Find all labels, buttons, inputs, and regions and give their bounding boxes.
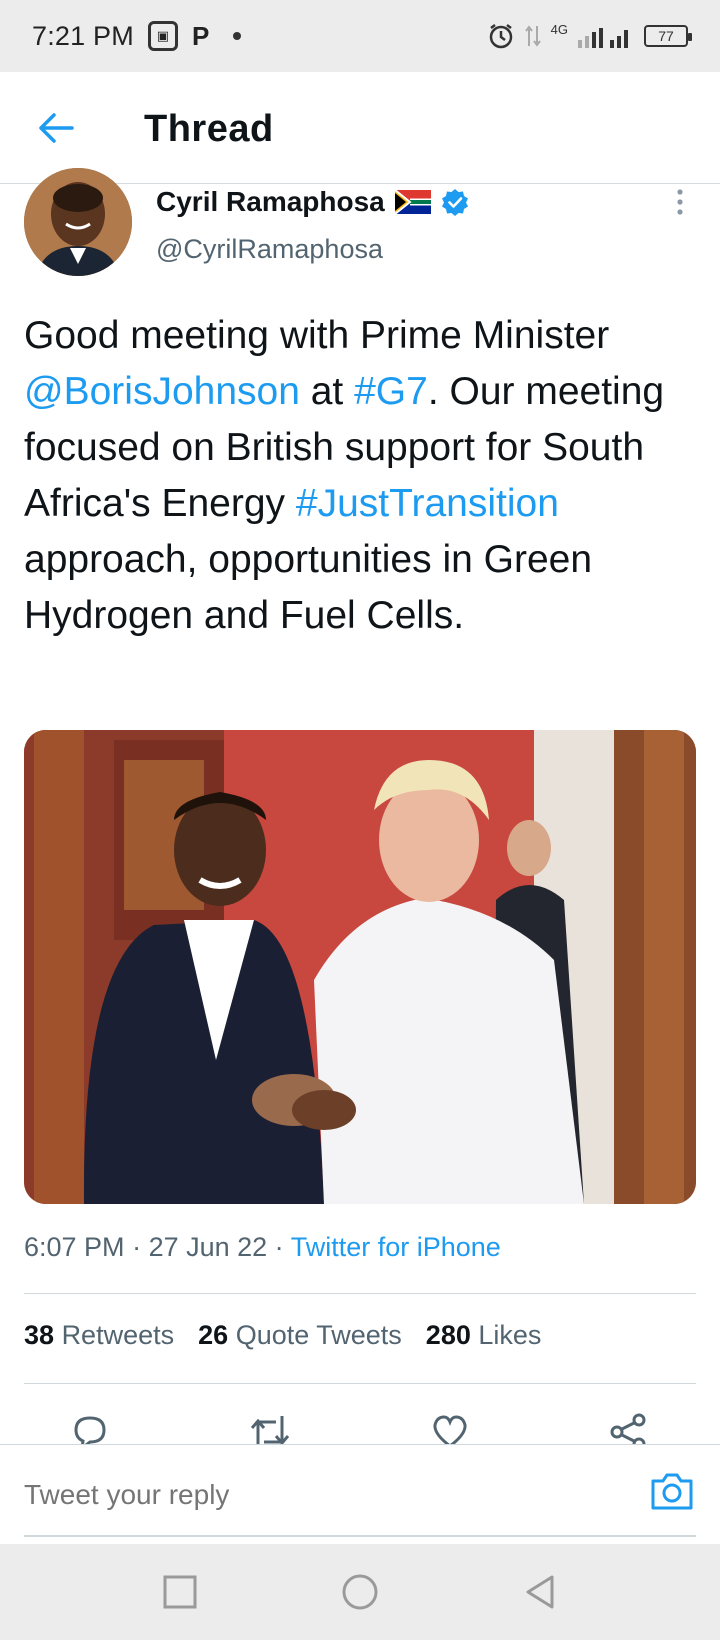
reply-bar: [0, 1444, 720, 1544]
reply-input[interactable]: [24, 1479, 385, 1511]
reply-underline: [24, 1535, 696, 1537]
avatar[interactable]: [24, 168, 132, 276]
tweet-text-segment: approach, opportunities in Green Hydroge…: [24, 538, 593, 637]
quote-tweets-label: Quote Tweets: [235, 1320, 402, 1350]
tweet-date: 27 Jun 22: [148, 1232, 268, 1262]
tweet-text: Good meeting with Prime Minister @BorisJ…: [24, 308, 694, 644]
avatar-image: [24, 168, 132, 276]
signal-strength-icon: [578, 28, 628, 48]
reply-icon[interactable]: [70, 1412, 110, 1444]
app-notification-icon: ▣: [147, 21, 178, 51]
separator: ·: [267, 1232, 291, 1262]
tweet-source-link[interactable]: Twitter for iPhone: [291, 1232, 501, 1262]
retweets-count: 38: [24, 1320, 55, 1350]
like-icon[interactable]: [430, 1412, 470, 1444]
mention-link[interactable]: @BorisJohnson: [24, 370, 300, 413]
network-type: 4G: [550, 21, 568, 37]
author-handle[interactable]: @CyrilRamaphosa: [156, 234, 383, 265]
status-time: 7:21 PM: [32, 20, 134, 51]
likes-count: 280: [425, 1320, 471, 1350]
tweet-text-segment: at: [299, 370, 355, 413]
tweet-text-segment: Good meeting with Prime Minister: [24, 314, 610, 357]
back-arrow-icon[interactable]: [36, 110, 76, 146]
hashtag-link[interactable]: #G7: [354, 370, 428, 413]
more-options-icon[interactable]: [676, 188, 684, 216]
divider: [24, 1293, 696, 1294]
status-bar: 7:21 PM ▣ P 4G 77: [0, 0, 720, 72]
more-notifications-icon: [233, 32, 242, 40]
likes-label: Likes: [478, 1320, 542, 1350]
home-icon[interactable]: [340, 1572, 380, 1612]
tweet-time: 6:07 PM: [24, 1232, 125, 1262]
retweet-icon[interactable]: [248, 1412, 292, 1444]
quote-tweets-stat[interactable]: 26 Quote Tweets: [198, 1320, 402, 1351]
tweet-actions: [0, 1400, 720, 1444]
author-name-row[interactable]: Cyril Ramaphosa: [156, 186, 469, 218]
tweet-timestamp: 6:07 PM · 27 Jun 22 · Twitter for iPhone: [24, 1232, 501, 1263]
separator: ·: [124, 1232, 149, 1262]
top-app-bar: Thread: [0, 72, 720, 184]
hashtag-link[interactable]: #JustTransition: [296, 482, 559, 525]
divider: [24, 1383, 696, 1384]
parking-notification-icon: P: [191, 20, 210, 51]
photo-image: [24, 730, 696, 1204]
tweet-photo[interactable]: [24, 730, 696, 1204]
system-nav-bar: [0, 1544, 720, 1640]
retweets-label: Retweets: [61, 1320, 175, 1350]
verified-badge-icon: [441, 189, 468, 216]
author-display-name[interactable]: Cyril Ramaphosa: [156, 186, 385, 218]
likes-stat[interactable]: 280 Likes: [426, 1320, 542, 1351]
share-icon[interactable]: [608, 1412, 648, 1444]
page-title: Thread: [144, 108, 274, 150]
data-transfer-icon: [524, 25, 541, 47]
tweet-stats: 38 Retweets 26 Quote Tweets 280 Likes: [24, 1320, 541, 1351]
quote-tweets-count: 26: [198, 1320, 229, 1350]
camera-icon[interactable]: [650, 1471, 694, 1511]
back-nav-icon[interactable]: [520, 1572, 560, 1612]
recent-apps-icon[interactable]: [160, 1572, 200, 1612]
battery-icon: 77: [644, 25, 692, 47]
retweets-stat[interactable]: 38 Retweets: [24, 1320, 174, 1351]
south-africa-flag-icon: [394, 190, 431, 214]
alarm-icon: [489, 24, 512, 49]
